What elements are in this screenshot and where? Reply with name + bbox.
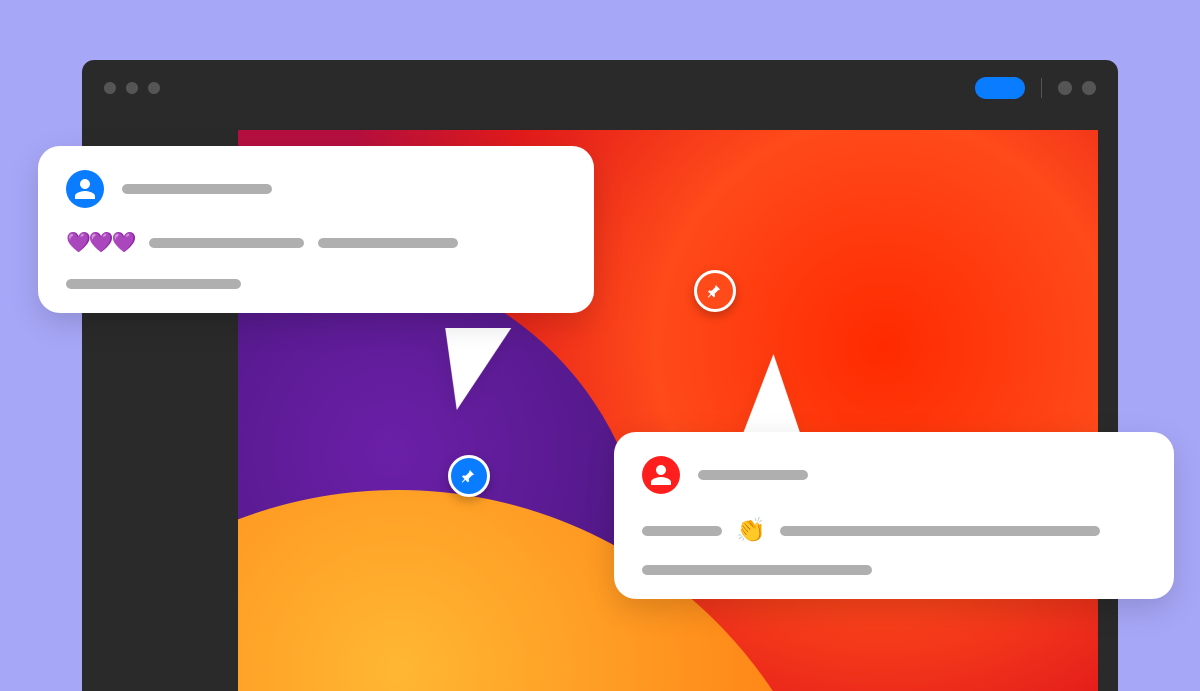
minimize-dot[interactable]: [126, 82, 138, 94]
comment-text-line: [780, 526, 1100, 536]
comment-text-line: [318, 238, 458, 248]
comment-text-line: [66, 279, 241, 289]
comment-card-1[interactable]: 💜💜💜: [38, 146, 594, 313]
share-button[interactable]: [975, 77, 1025, 99]
comment-author-placeholder: [122, 184, 272, 194]
close-dot[interactable]: [104, 82, 116, 94]
pin-marker-orange[interactable]: [694, 270, 736, 312]
pin-icon: [459, 466, 479, 486]
pin-marker-blue[interactable]: [448, 455, 490, 497]
clap-emoji: 👏: [736, 516, 766, 545]
comment-text-line: [642, 526, 722, 536]
comment-2-tail: [731, 354, 802, 440]
titlebar-action-1[interactable]: [1058, 81, 1072, 95]
avatar-icon: [66, 170, 104, 208]
heart-emoji: 💜💜💜: [66, 230, 135, 255]
titlebar-right: [975, 77, 1096, 99]
comment-author-placeholder: [698, 470, 808, 480]
traffic-lights[interactable]: [104, 82, 160, 94]
comment-text-line: [149, 238, 304, 248]
zoom-dot[interactable]: [148, 82, 160, 94]
avatar-icon: [642, 456, 680, 494]
titlebar: [82, 60, 1118, 116]
titlebar-action-2[interactable]: [1082, 81, 1096, 95]
comment-card-2[interactable]: 👏: [614, 432, 1174, 599]
pin-icon: [705, 281, 725, 301]
comment-text-line: [642, 565, 872, 575]
titlebar-divider: [1041, 78, 1042, 98]
